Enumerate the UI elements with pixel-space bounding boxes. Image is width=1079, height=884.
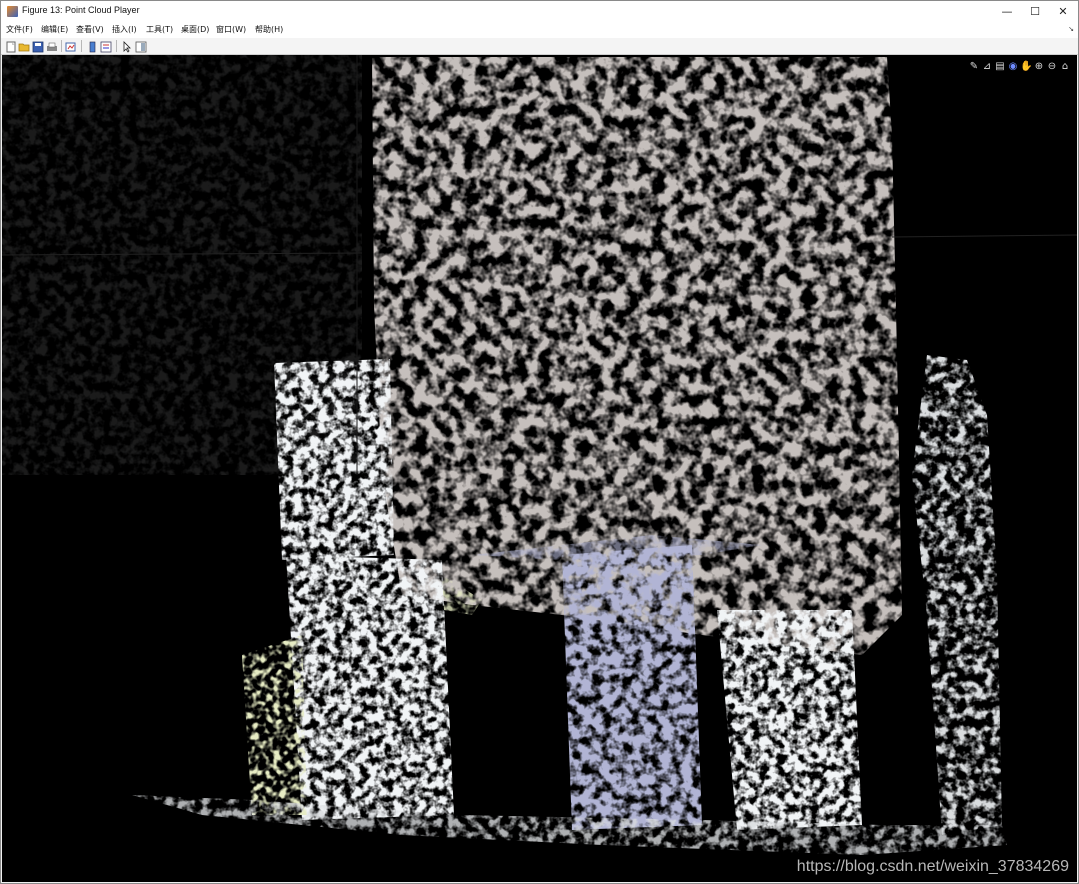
title-bar[interactable]: Figure 13: Point Cloud Player — ☐ ✕ <box>1 1 1078 22</box>
watermark-text: https://blog.csdn.net/weixin_37834269 <box>796 858 1069 875</box>
pan-icon[interactable]: ✋ <box>1020 61 1032 73</box>
menu-insert[interactable]: 插入(I) <box>112 24 137 35</box>
brush-icon[interactable]: ✎ <box>968 61 980 73</box>
menu-overflow-icon[interactable]: ↘ <box>1068 25 1074 33</box>
menu-window[interactable]: 窗口(W) <box>216 24 246 35</box>
person-points <box>912 355 1002 835</box>
floor-points <box>132 795 1007 855</box>
point-cloud-render <box>2 55 1077 855</box>
print-icon[interactable] <box>46 40 58 52</box>
minimize-button[interactable]: — <box>993 1 1021 22</box>
data-tips-icon[interactable]: ⊿ <box>981 61 993 73</box>
green-points <box>242 635 307 815</box>
menu-desktop[interactable]: 桌面(D) <box>181 24 209 35</box>
menu-help[interactable]: 帮助(H) <box>255 24 283 35</box>
color-bar-icon[interactable]: ▤ <box>994 61 1006 73</box>
open-icon[interactable] <box>18 40 30 52</box>
edit-plot-icon[interactable] <box>121 40 133 53</box>
matlab-app-icon <box>7 6 18 17</box>
box-right-points <box>717 610 862 830</box>
window-title: Figure 13: Point Cloud Player <box>22 5 140 15</box>
figure-window: Figure 13: Point Cloud Player — ☐ ✕ 文件(F… <box>0 0 1079 884</box>
box-upper-left-points <box>274 359 394 560</box>
rotate-icon[interactable]: ◉ <box>1007 61 1019 73</box>
zoom-in-icon[interactable]: ⊕ <box>1033 61 1045 73</box>
axes-toolbar: ✎ ⊿ ▤ ◉ ✋ ⊕ ⊖ ⌂ <box>968 61 1071 75</box>
toolbar-separator <box>81 40 82 52</box>
close-button[interactable]: ✕ <box>1049 1 1077 22</box>
menu-bar: 文件(F) 编辑(E) 查看(V) 插入(I) 工具(T) 桌面(D) 窗口(W… <box>1 22 1078 38</box>
toolbar-separator <box>116 40 117 52</box>
toolbar-separator <box>61 40 62 52</box>
axis-line <box>891 234 1077 238</box>
point-cloud-axes[interactable]: ✎ ⊿ ▤ ◉ ✋ ⊕ ⊖ ⌂ https://blog.csdn.net/we… <box>2 55 1077 882</box>
figure-toolbar <box>1 38 1078 55</box>
menu-file[interactable]: 文件(F) <box>6 24 33 35</box>
save-icon[interactable] <box>32 40 44 53</box>
link-plot-icon[interactable] <box>65 40 77 52</box>
home-icon[interactable]: ⌂ <box>1059 61 1071 73</box>
blue-box-points <box>562 545 702 830</box>
colorbar-icon[interactable] <box>87 40 99 53</box>
new-figure-icon[interactable] <box>5 40 17 53</box>
property-inspector-icon[interactable] <box>135 40 147 53</box>
menu-tools[interactable]: 工具(T) <box>146 24 173 35</box>
menu-edit[interactable]: 编辑(E) <box>41 24 68 35</box>
box-lower-left-points <box>286 555 454 820</box>
legend-icon[interactable] <box>100 40 112 53</box>
menu-view[interactable]: 查看(V) <box>76 24 104 35</box>
zoom-out-icon[interactable]: ⊖ <box>1046 61 1058 73</box>
maximize-button[interactable]: ☐ <box>1021 1 1049 22</box>
